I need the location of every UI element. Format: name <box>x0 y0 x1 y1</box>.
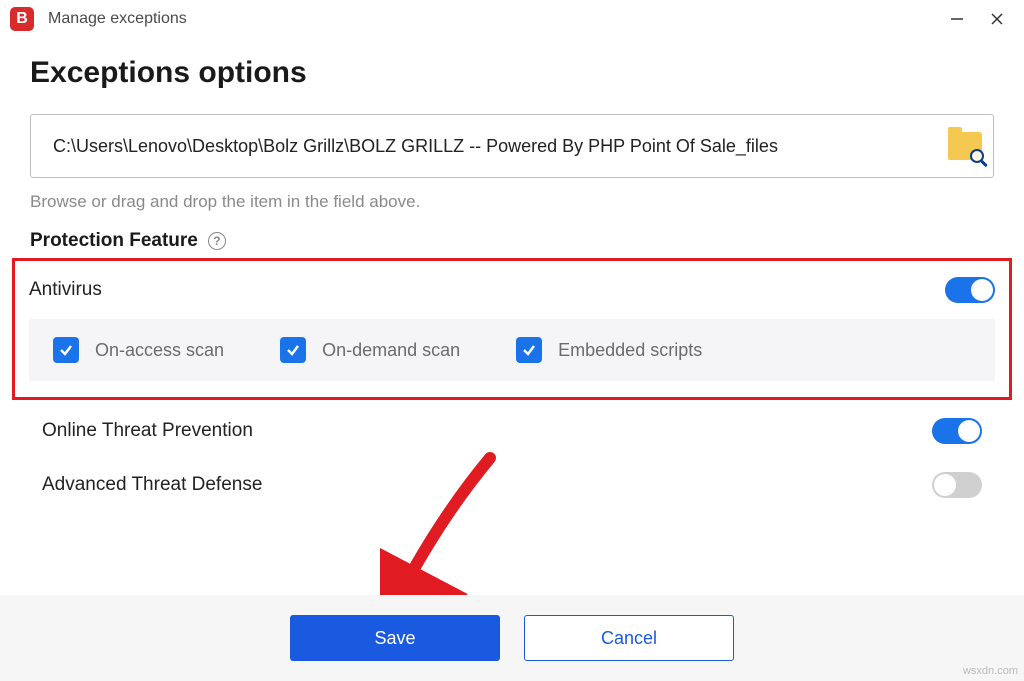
embedded-scripts-checkbox[interactable]: Embedded scripts <box>516 337 702 363</box>
online-threat-label: Online Threat Prevention <box>42 420 253 442</box>
on-demand-scan-label: On-demand scan <box>322 340 460 361</box>
antivirus-label: Antivirus <box>29 279 102 301</box>
folder-search-icon <box>948 132 982 160</box>
path-field-row <box>30 114 994 178</box>
content-area: Exceptions options Browse or drag and dr… <box>0 38 1024 498</box>
path-input[interactable] <box>31 115 937 177</box>
titlebar: B Manage exceptions <box>0 0 1024 38</box>
close-button[interactable] <box>988 10 1006 28</box>
section-title: Protection Feature ? <box>30 230 994 252</box>
on-access-scan-checkbox[interactable]: On-access scan <box>53 337 224 363</box>
minimize-button[interactable] <box>948 10 966 28</box>
advanced-defense-label: Advanced Threat Defense <box>42 474 262 496</box>
save-button[interactable]: Save <box>290 615 500 661</box>
on-access-scan-label: On-access scan <box>95 340 224 361</box>
cancel-button[interactable]: Cancel <box>524 615 734 661</box>
hint-text: Browse or drag and drop the item in the … <box>30 192 994 212</box>
window-title: Manage exceptions <box>48 10 948 28</box>
antivirus-highlight-box: Antivirus On-access scan On-demand scan … <box>12 258 1012 400</box>
footer-bar: Save Cancel <box>0 595 1024 681</box>
antivirus-sub-options: On-access scan On-demand scan Embedded s… <box>29 319 995 381</box>
embedded-scripts-label: Embedded scripts <box>558 340 702 361</box>
watermark-text: wsxdn.com <box>963 665 1018 677</box>
help-icon[interactable]: ? <box>208 232 226 250</box>
page-title: Exceptions options <box>30 56 994 90</box>
on-demand-scan-checkbox[interactable]: On-demand scan <box>280 337 460 363</box>
checkmark-icon <box>53 337 79 363</box>
advanced-defense-toggle[interactable] <box>932 472 982 498</box>
antivirus-row: Antivirus <box>29 269 995 311</box>
checkmark-icon <box>516 337 542 363</box>
app-logo-icon: B <box>10 7 34 31</box>
window-controls <box>948 10 1014 28</box>
section-title-text: Protection Feature <box>30 230 198 252</box>
advanced-defense-row: Advanced Threat Defense <box>30 472 994 498</box>
browse-button[interactable] <box>937 115 993 177</box>
online-threat-row: Online Threat Prevention <box>30 418 994 444</box>
antivirus-toggle[interactable] <box>945 277 995 303</box>
checkmark-icon <box>280 337 306 363</box>
online-threat-toggle[interactable] <box>932 418 982 444</box>
